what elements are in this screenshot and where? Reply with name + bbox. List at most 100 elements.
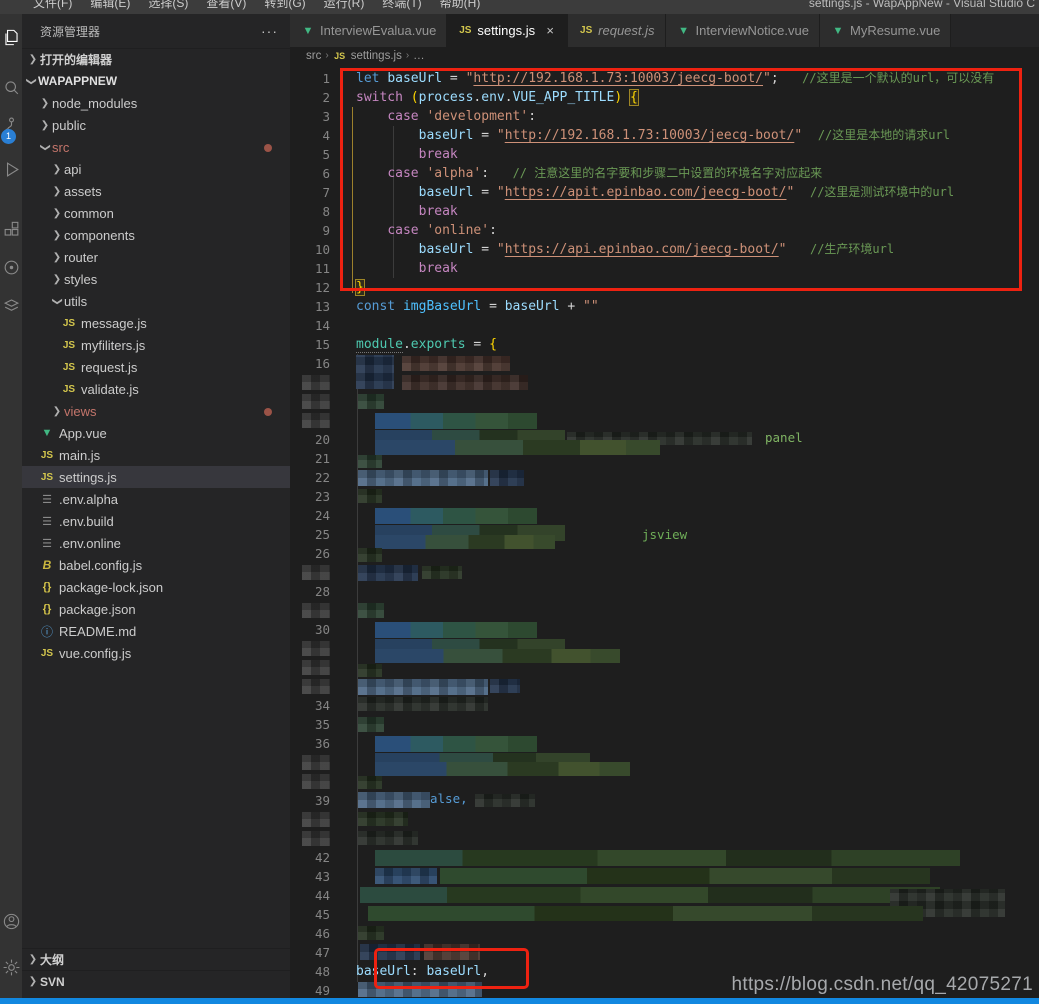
redacted-code-block bbox=[375, 440, 660, 455]
breadcrumb-item[interactable]: settings.js bbox=[351, 50, 402, 62]
redacted-code-block bbox=[358, 603, 384, 618]
line-number: 42 bbox=[290, 848, 330, 867]
redacted-line-number bbox=[302, 755, 330, 770]
menu-item-7[interactable]: 帮助(H) bbox=[433, 0, 488, 14]
tree-item-.env.online[interactable]: ☰.env.online bbox=[22, 532, 290, 554]
line-number: 46 bbox=[290, 924, 330, 943]
explorer-icon[interactable] bbox=[0, 22, 22, 52]
redacted-code-block bbox=[358, 679, 488, 695]
tree-item-.env.alpha[interactable]: ☰.env.alpha bbox=[22, 488, 290, 510]
tree-item-babel.config.js[interactable]: Bbabel.config.js bbox=[22, 554, 290, 576]
js-file-icon: JS bbox=[60, 340, 78, 351]
tree-item-package.json[interactable]: {}package.json bbox=[22, 598, 290, 620]
menu-item-6[interactable]: 终端(T) bbox=[375, 0, 428, 14]
tree-root-wapappnew[interactable]: ❯WAPAPPNEW bbox=[22, 70, 290, 92]
tab-interviewnotice-vue[interactable]: ▼InterviewNotice.vue bbox=[666, 14, 820, 47]
redacted-code-block bbox=[375, 622, 537, 638]
env-file-icon: ☰ bbox=[38, 515, 56, 528]
tree-item-api[interactable]: ❯api bbox=[22, 158, 290, 180]
tree-item-components[interactable]: ❯components bbox=[22, 224, 290, 246]
tree-item-package-lock.json[interactable]: {}package-lock.json bbox=[22, 576, 290, 598]
json-file-icon: {} bbox=[38, 603, 56, 615]
redacted-code-block bbox=[358, 831, 418, 845]
line-number: 9 bbox=[290, 221, 330, 240]
redacted-line-number bbox=[302, 641, 330, 656]
test-explorer-icon[interactable] bbox=[0, 252, 22, 282]
accounts-icon[interactable] bbox=[0, 906, 22, 936]
menu-item-1[interactable]: 编辑(E) bbox=[83, 0, 137, 14]
search-icon[interactable] bbox=[0, 72, 22, 102]
code-line-15: 15module.exports = { bbox=[290, 335, 1039, 354]
chevron-right-icon: ❯ bbox=[26, 954, 40, 965]
menu-item-3[interactable]: 查看(V) bbox=[199, 0, 253, 14]
redacted-code-block bbox=[402, 375, 528, 390]
sidebar-title: 资源管理器 bbox=[40, 23, 100, 40]
breadcrumb-item[interactable]: … bbox=[413, 50, 425, 62]
tree-item-src[interactable]: ❯src bbox=[22, 136, 290, 158]
extensions-icon[interactable] bbox=[0, 214, 22, 244]
open-editors-section[interactable]: ❯ 打开的编辑器 bbox=[22, 48, 290, 70]
modified-dot bbox=[264, 144, 272, 152]
js-file-icon: JS bbox=[457, 25, 473, 36]
tree-item-node-modules[interactable]: ❯node_modules bbox=[22, 92, 290, 114]
menu-item-5[interactable]: 运行(R) bbox=[317, 0, 372, 14]
line-number: 48 bbox=[290, 962, 330, 981]
breadcrumb-item[interactable]: src bbox=[306, 50, 321, 62]
tree-item-router[interactable]: ❯router bbox=[22, 246, 290, 268]
tree-item-utils[interactable]: ❯utils bbox=[22, 290, 290, 312]
tree-item-common[interactable]: ❯common bbox=[22, 202, 290, 224]
tree-item-.env.build[interactable]: ☰.env.build bbox=[22, 510, 290, 532]
tab-myresume-vue[interactable]: ▼MyResume.vue bbox=[820, 14, 951, 47]
line-number: 3 bbox=[290, 107, 330, 126]
section-svn[interactable]: ❯SVN bbox=[22, 970, 290, 992]
section-outline[interactable]: ❯大纲 bbox=[22, 948, 290, 970]
code-fragment: jsview bbox=[642, 527, 687, 542]
window-title: settings.js - WapAppNew - Visual Studio … bbox=[809, 0, 1035, 13]
line-number: 44 bbox=[290, 886, 330, 905]
breadcrumb[interactable]: src›JSsettings.js›… bbox=[290, 47, 1039, 64]
info-file-icon: ⓘ bbox=[38, 623, 56, 640]
menu-item-0[interactable]: 文件(F) bbox=[26, 0, 79, 14]
tree-item-validate.js[interactable]: JSvalidate.js bbox=[22, 378, 290, 400]
redacted-code-block bbox=[375, 649, 620, 663]
line-number: 13 bbox=[290, 297, 330, 316]
svn-layers-icon[interactable] bbox=[0, 290, 22, 320]
js-file-icon: JS bbox=[38, 472, 56, 483]
tree-item-settings.js[interactable]: JSsettings.js bbox=[22, 466, 290, 488]
menu-item-2[interactable]: 选择(S) bbox=[141, 0, 195, 14]
redacted-code-block bbox=[375, 762, 630, 776]
redacted-line-number bbox=[302, 394, 330, 409]
line-number: 47 bbox=[290, 943, 330, 962]
tree-item-myfiliters.js[interactable]: JSmyfiliters.js bbox=[22, 334, 290, 356]
tree-item-request.js[interactable]: JSrequest.js bbox=[22, 356, 290, 378]
tree-item-readme.md[interactable]: ⓘREADME.md bbox=[22, 620, 290, 642]
tree-item-styles[interactable]: ❯styles bbox=[22, 268, 290, 290]
tree-item-app.vue[interactable]: ▼App.vue bbox=[22, 422, 290, 444]
line-number: 15 bbox=[290, 335, 330, 354]
tree-item-public[interactable]: ❯public bbox=[22, 114, 290, 136]
close-icon[interactable]: × bbox=[543, 23, 557, 38]
tree-item-vue.config.js[interactable]: JSvue.config.js bbox=[22, 642, 290, 664]
chevron-right-icon: ❯ bbox=[26, 976, 40, 987]
redacted-code-block bbox=[368, 906, 923, 921]
code-editor[interactable]: 1let baseUrl = "http://192.168.1.73:1000… bbox=[290, 64, 1039, 998]
tree-item-main.js[interactable]: JSmain.js bbox=[22, 444, 290, 466]
tab-settings-js[interactable]: JSsettings.js× bbox=[447, 14, 568, 47]
js-file-icon: JS bbox=[38, 450, 56, 461]
annotation-box-baseurl-line bbox=[374, 948, 529, 989]
run-debug-icon[interactable] bbox=[0, 154, 22, 184]
redacted-code-block bbox=[358, 717, 384, 732]
tab-interviewevalua-vue[interactable]: ▼InterviewEvalua.vue bbox=[290, 14, 447, 47]
tree-item-assets[interactable]: ❯assets bbox=[22, 180, 290, 202]
code-line-14: 14 bbox=[290, 316, 1039, 335]
line-number: 20 bbox=[290, 430, 330, 449]
line-number: 4 bbox=[290, 126, 330, 145]
tab-request-js[interactable]: JSrequest.js bbox=[568, 14, 665, 47]
redacted-code-block bbox=[375, 508, 537, 524]
settings-gear-icon[interactable] bbox=[0, 952, 22, 982]
tree-item-views[interactable]: ❯views bbox=[22, 400, 290, 422]
sidebar-more-icon[interactable]: ··· bbox=[261, 23, 278, 39]
menu-item-4[interactable]: 转到(G) bbox=[257, 0, 312, 14]
redacted-line-number bbox=[302, 831, 330, 846]
tree-item-message.js[interactable]: JSmessage.js bbox=[22, 312, 290, 334]
